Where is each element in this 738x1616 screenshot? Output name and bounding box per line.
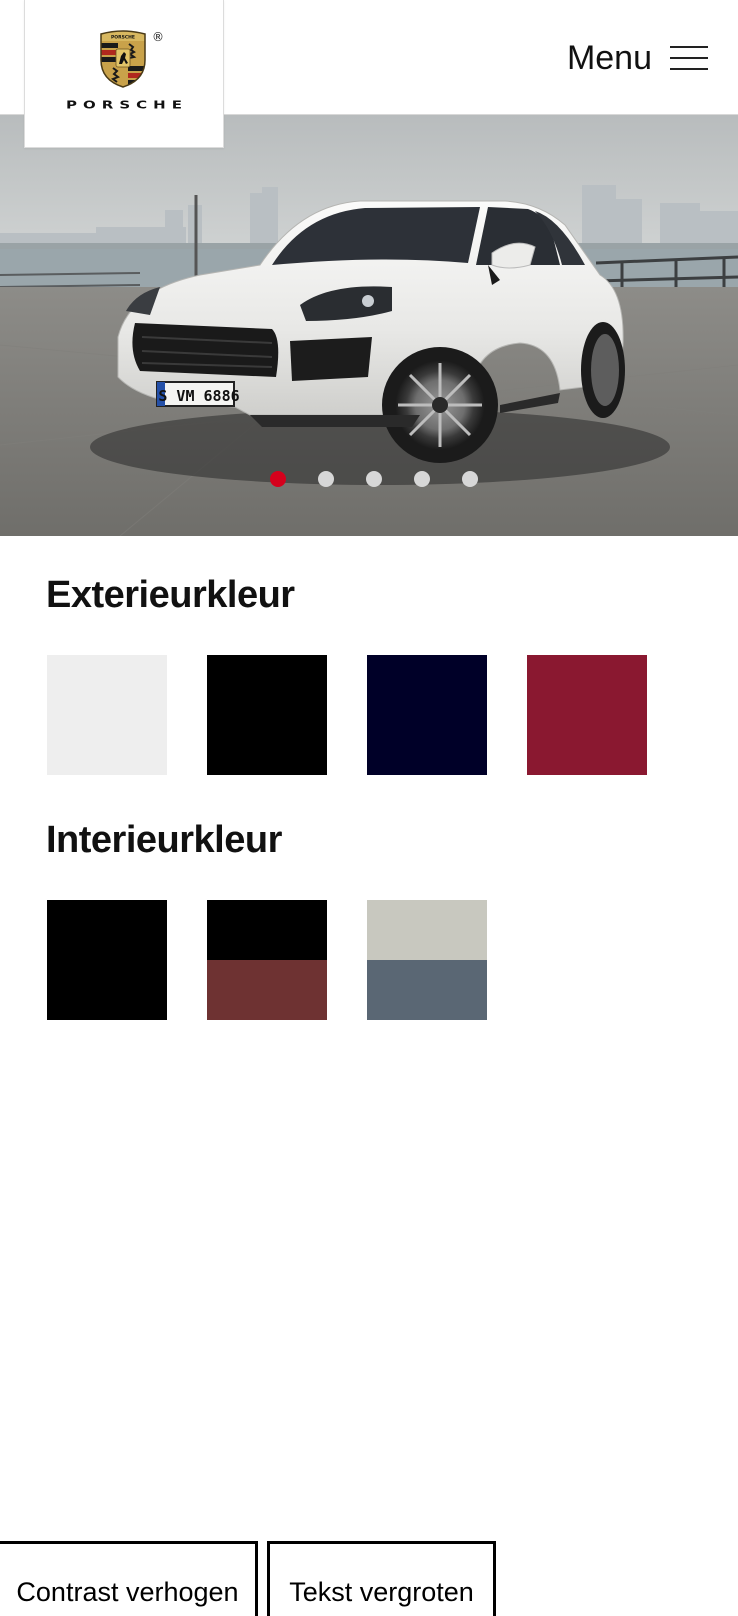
exterior-swatch[interactable] [47, 655, 167, 775]
porsche-crest-icon: PORSCHE [100, 30, 146, 88]
carousel-dot[interactable] [366, 471, 382, 487]
text-enlarge-button[interactable]: Tekst vergroten [267, 1541, 496, 1616]
exterior-swatch[interactable] [207, 655, 327, 775]
hero-carousel[interactable]: S VM 6886 [0, 115, 738, 536]
interior-swatch-top [47, 900, 167, 960]
carousel-dot[interactable] [318, 471, 334, 487]
carousel-dot[interactable] [270, 471, 286, 487]
interior-swatch[interactable] [367, 900, 487, 1020]
interior-swatch-top [207, 900, 327, 960]
exterior-swatch[interactable] [527, 655, 647, 775]
carousel-dot[interactable] [414, 471, 430, 487]
registered-mark: ® [152, 30, 164, 44]
interior-swatch[interactable] [47, 900, 167, 1020]
porsche-logo[interactable]: PORSCHE ® PORSCHE [24, 0, 224, 148]
interior-swatch-bottom [207, 960, 327, 1020]
menu-label: Menu [566, 38, 652, 77]
interior-swatch[interactable] [207, 900, 327, 1020]
license-plate: S VM 6886 [158, 387, 239, 405]
crest-text: PORSCHE [111, 35, 135, 41]
interior-swatch-top [367, 900, 487, 960]
brand-wordmark: PORSCHE [66, 98, 188, 112]
exterior-swatch[interactable] [367, 655, 487, 775]
carousel-dot[interactable] [462, 471, 478, 487]
interior-color-title: Interieurkleur [46, 819, 282, 861]
hamburger-icon [670, 45, 708, 71]
contrast-increase-button[interactable]: Contrast verhogen [0, 1541, 258, 1616]
interior-swatch-bottom [367, 960, 487, 1020]
menu-button[interactable]: Menu [567, 38, 708, 78]
interior-swatch-bottom [47, 960, 167, 1020]
exterior-color-title: Exterieurkleur [46, 574, 295, 616]
carousel-pagination [0, 471, 738, 487]
